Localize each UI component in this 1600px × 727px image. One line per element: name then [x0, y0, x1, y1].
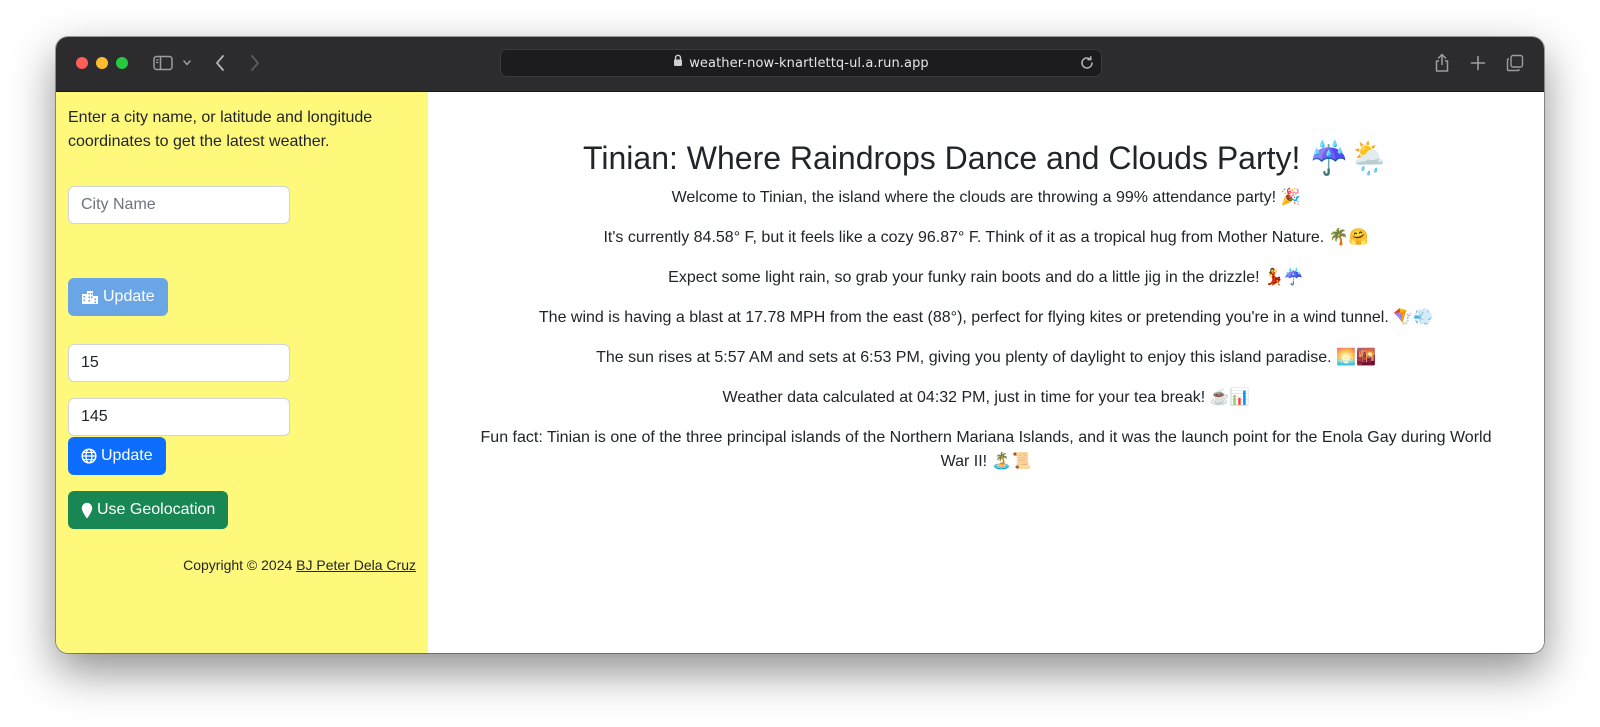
longitude-input[interactable]: [68, 398, 290, 436]
update-city-button[interactable]: Update: [68, 278, 168, 316]
use-geolocation-label: Use Geolocation: [97, 501, 216, 518]
chevron-down-icon[interactable]: [181, 51, 193, 75]
share-icon[interactable]: [1432, 51, 1452, 75]
tab-overview-icon[interactable]: [1505, 51, 1525, 75]
author-link[interactable]: BJ Peter Dela Cruz: [296, 557, 416, 573]
use-geolocation-button[interactable]: Use Geolocation: [68, 491, 229, 529]
minimize-window-button[interactable]: [96, 57, 108, 69]
lock-icon: [673, 54, 683, 72]
back-icon[interactable]: [212, 51, 228, 75]
update-coordinates-button[interactable]: Update: [68, 437, 166, 475]
city-name-input[interactable]: [68, 186, 290, 224]
city-icon: [81, 290, 99, 305]
browser-toolbar: weather-now-knartlettq-ul.a.run.app: [56, 37, 1544, 92]
new-tab-plus-icon[interactable]: [1468, 51, 1488, 75]
map-pin-icon: [81, 502, 93, 519]
latitude-input[interactable]: [68, 344, 290, 382]
zoom-window-button[interactable]: [116, 57, 128, 69]
close-window-button[interactable]: [76, 57, 88, 69]
update-coordinates-label: Update: [101, 447, 153, 464]
fun-fact-paragraph: Fun fact: Tinian is one of the three pri…: [480, 429, 1492, 470]
instructions-text: Enter a city name, or latitude and longi…: [68, 109, 373, 150]
weather-report: Tinian: Where Raindrops Dance and Clouds…: [428, 92, 1544, 653]
url-text: weather-now-knartlettq-ul.a.run.app: [689, 55, 929, 71]
page-title: Tinian: Where Raindrops Dance and Clouds…: [583, 140, 1389, 176]
address-bar[interactable]: weather-now-knartlettq-ul.a.run.app: [500, 49, 1102, 77]
welcome-paragraph: Welcome to Tinian, the island where the …: [671, 189, 1301, 206]
reload-icon[interactable]: [1079, 55, 1095, 76]
wind-paragraph: The wind is having a blast at 17.78 MPH …: [538, 309, 1434, 326]
calculated-time-paragraph: Weather data calculated at 04:32 PM, jus…: [722, 389, 1250, 406]
copyright-text: Copyright © 2024: [183, 557, 293, 573]
update-city-label: Update: [103, 288, 155, 305]
temperature-paragraph: It's currently 84.58° F, but it feels li…: [603, 229, 1369, 246]
page-content: Enter a city name, or latitude and longi…: [56, 92, 1544, 653]
globe-icon: [81, 448, 97, 464]
conditions-paragraph: Expect some light rain, so grab your fun…: [668, 269, 1304, 286]
forward-icon[interactable]: [247, 51, 263, 75]
browser-window: weather-now-knartlettq-ul.a.run.app Ente…: [56, 37, 1544, 653]
sidebar: Enter a city name, or latitude and longi…: [56, 92, 428, 653]
copyright-footer: Copyright © 2024 BJ Peter Dela Cruz: [183, 557, 416, 573]
sun-times-paragraph: The sun rises at 5:57 AM and sets at 6:5…: [596, 349, 1376, 366]
sidebar-icon[interactable]: [152, 51, 174, 75]
